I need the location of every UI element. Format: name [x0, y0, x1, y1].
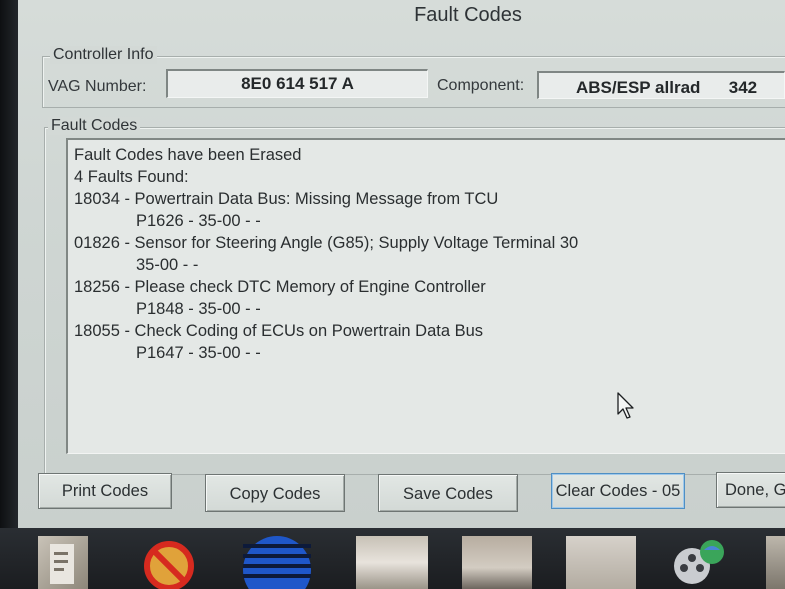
document-icon[interactable] [38, 536, 88, 589]
photo-icon[interactable] [356, 536, 428, 589]
fault-line: P1848 - 35-00 - - [136, 300, 261, 318]
fault-codes-textbox[interactable]: Fault Codes have been Erased 4 Faults Fo… [66, 138, 785, 454]
copy-codes-button[interactable]: Copy Codes [205, 474, 345, 512]
fault-line: 18256 - Please check DTC Memory of Engin… [74, 278, 486, 296]
fault-codes-label: Fault Codes [48, 117, 141, 135]
fault-line: P1647 - 35-00 - - [136, 344, 261, 362]
controller-info-label: Controller Info [50, 46, 157, 64]
fault-line: 18055 - Check Coding of ECUs on Powertra… [74, 322, 484, 340]
component-label: Component: [437, 77, 525, 94]
component-field[interactable]: ABS/ESP allrad 342 [537, 71, 785, 99]
fault-line: 18034 - Powertrain Data Bus: Missing Mes… [74, 190, 499, 208]
fault-line: P1626 - 35-00 - - [136, 212, 261, 230]
print-codes-button[interactable]: Print Codes [38, 473, 172, 509]
save-codes-button[interactable]: Save Codes [378, 474, 518, 512]
clear-codes-button[interactable]: Clear Codes - 05 [551, 473, 685, 509]
vag-number-label: VAG Number: [48, 78, 147, 95]
screen: Fault Codes Controller Info VAG Number: … [0, 0, 785, 589]
vag-number-field[interactable]: 8E0 614 517 A [166, 69, 428, 98]
fault-codes-window: Fault Codes Controller Info VAG Number: … [18, 0, 785, 528]
component-value: ABS/ESP allrad 342 [576, 78, 758, 97]
taskbar [0, 528, 785, 589]
fault-line: 4 Faults Found: [74, 168, 189, 186]
fault-line: 35-00 - - [136, 256, 199, 274]
photo-icon[interactable] [462, 536, 532, 589]
monitor-bezel [0, 0, 18, 530]
fault-line: 01826 - Sensor for Steering Angle (G85);… [74, 234, 579, 252]
window-title: Fault Codes [414, 4, 522, 26]
globe-icon[interactable] [240, 536, 314, 589]
fault-line: Fault Codes have been Erased [74, 146, 302, 164]
photo-icon[interactable] [566, 536, 636, 589]
mouse-pointer-icon [617, 392, 634, 419]
film-reel-icon[interactable] [668, 536, 730, 589]
photo-icon[interactable] [766, 536, 785, 589]
done-button[interactable]: Done, G [716, 472, 785, 508]
no-sign-icon[interactable] [136, 536, 202, 589]
